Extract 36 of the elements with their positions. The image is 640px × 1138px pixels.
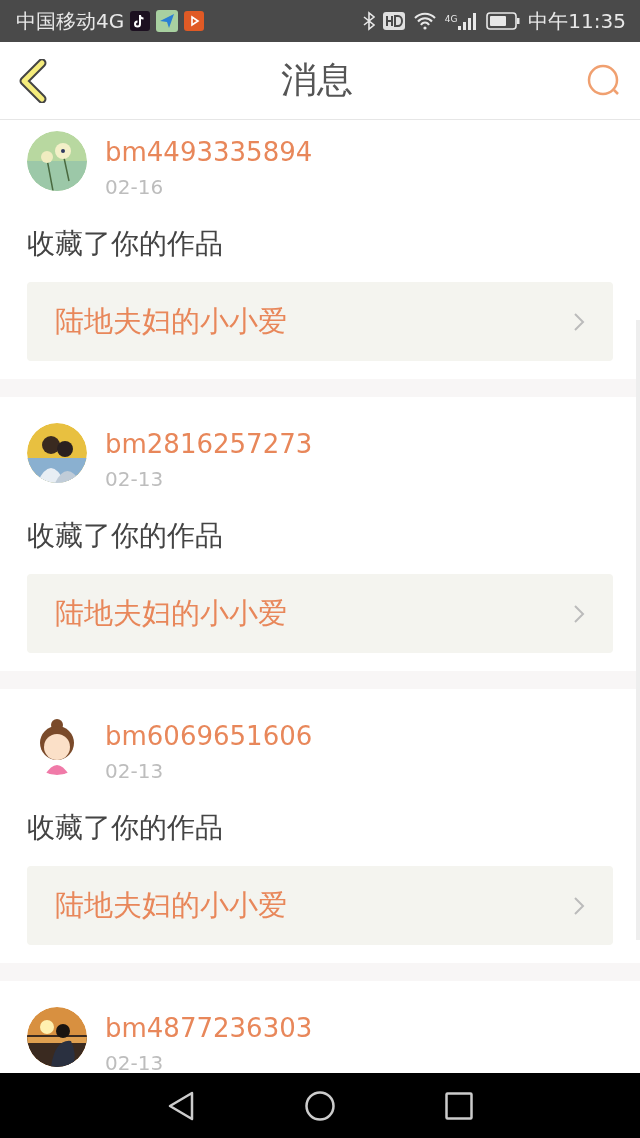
play-icon [184,11,205,31]
work-link-card[interactable]: 陆地夫妇的小小爱 [27,282,613,361]
recent-apps-icon[interactable] [445,1091,473,1120]
message-text: 收藏了你的作品 [27,810,224,846]
work-title: 陆地夫妇的小小爱 [55,886,288,924]
work-link-card[interactable]: 陆地夫妇的小小爱 [27,866,613,945]
username-link[interactable]: bm6069651606 [105,719,313,753]
paper-plane-icon [156,10,179,32]
network-label: 4G [444,14,458,24]
chevron-right-icon [573,603,585,624]
message-date: 02-13 [105,1050,165,1073]
battery-icon [486,12,521,30]
hd-icon [382,12,405,30]
signal-icon [458,12,479,30]
work-title: 陆地夫妇的小小爱 [55,594,288,632]
message-text: 收藏了你的作品 [27,518,224,554]
home-icon[interactable] [305,1090,335,1121]
page-title: 消息 [280,58,354,102]
username-link[interactable]: bm2816257273 [105,427,313,461]
chevron-right-icon [573,895,585,916]
clock: 中午11:35 [528,7,626,35]
back-icon[interactable] [18,58,48,103]
bluetooth-icon [362,11,375,31]
username-link[interactable]: bm4493335894 [105,135,313,169]
message-date: 02-13 [105,758,165,784]
work-link-card[interactable]: 陆地夫妇的小小爱 [27,574,613,653]
message-date: 02-13 [105,466,165,492]
carrier-label: 中国移动4G [16,7,125,35]
message-text: 收藏了你的作品 [27,226,224,262]
work-title: 陆地夫妇的小小爱 [55,302,288,340]
username-link[interactable]: bm4877236303 [105,1011,313,1045]
music-app-icon [130,11,151,31]
chevron-right-icon [573,311,585,332]
message-date: 02-16 [105,174,165,200]
wifi-icon [412,12,437,30]
back-nav-icon[interactable] [167,1090,195,1121]
